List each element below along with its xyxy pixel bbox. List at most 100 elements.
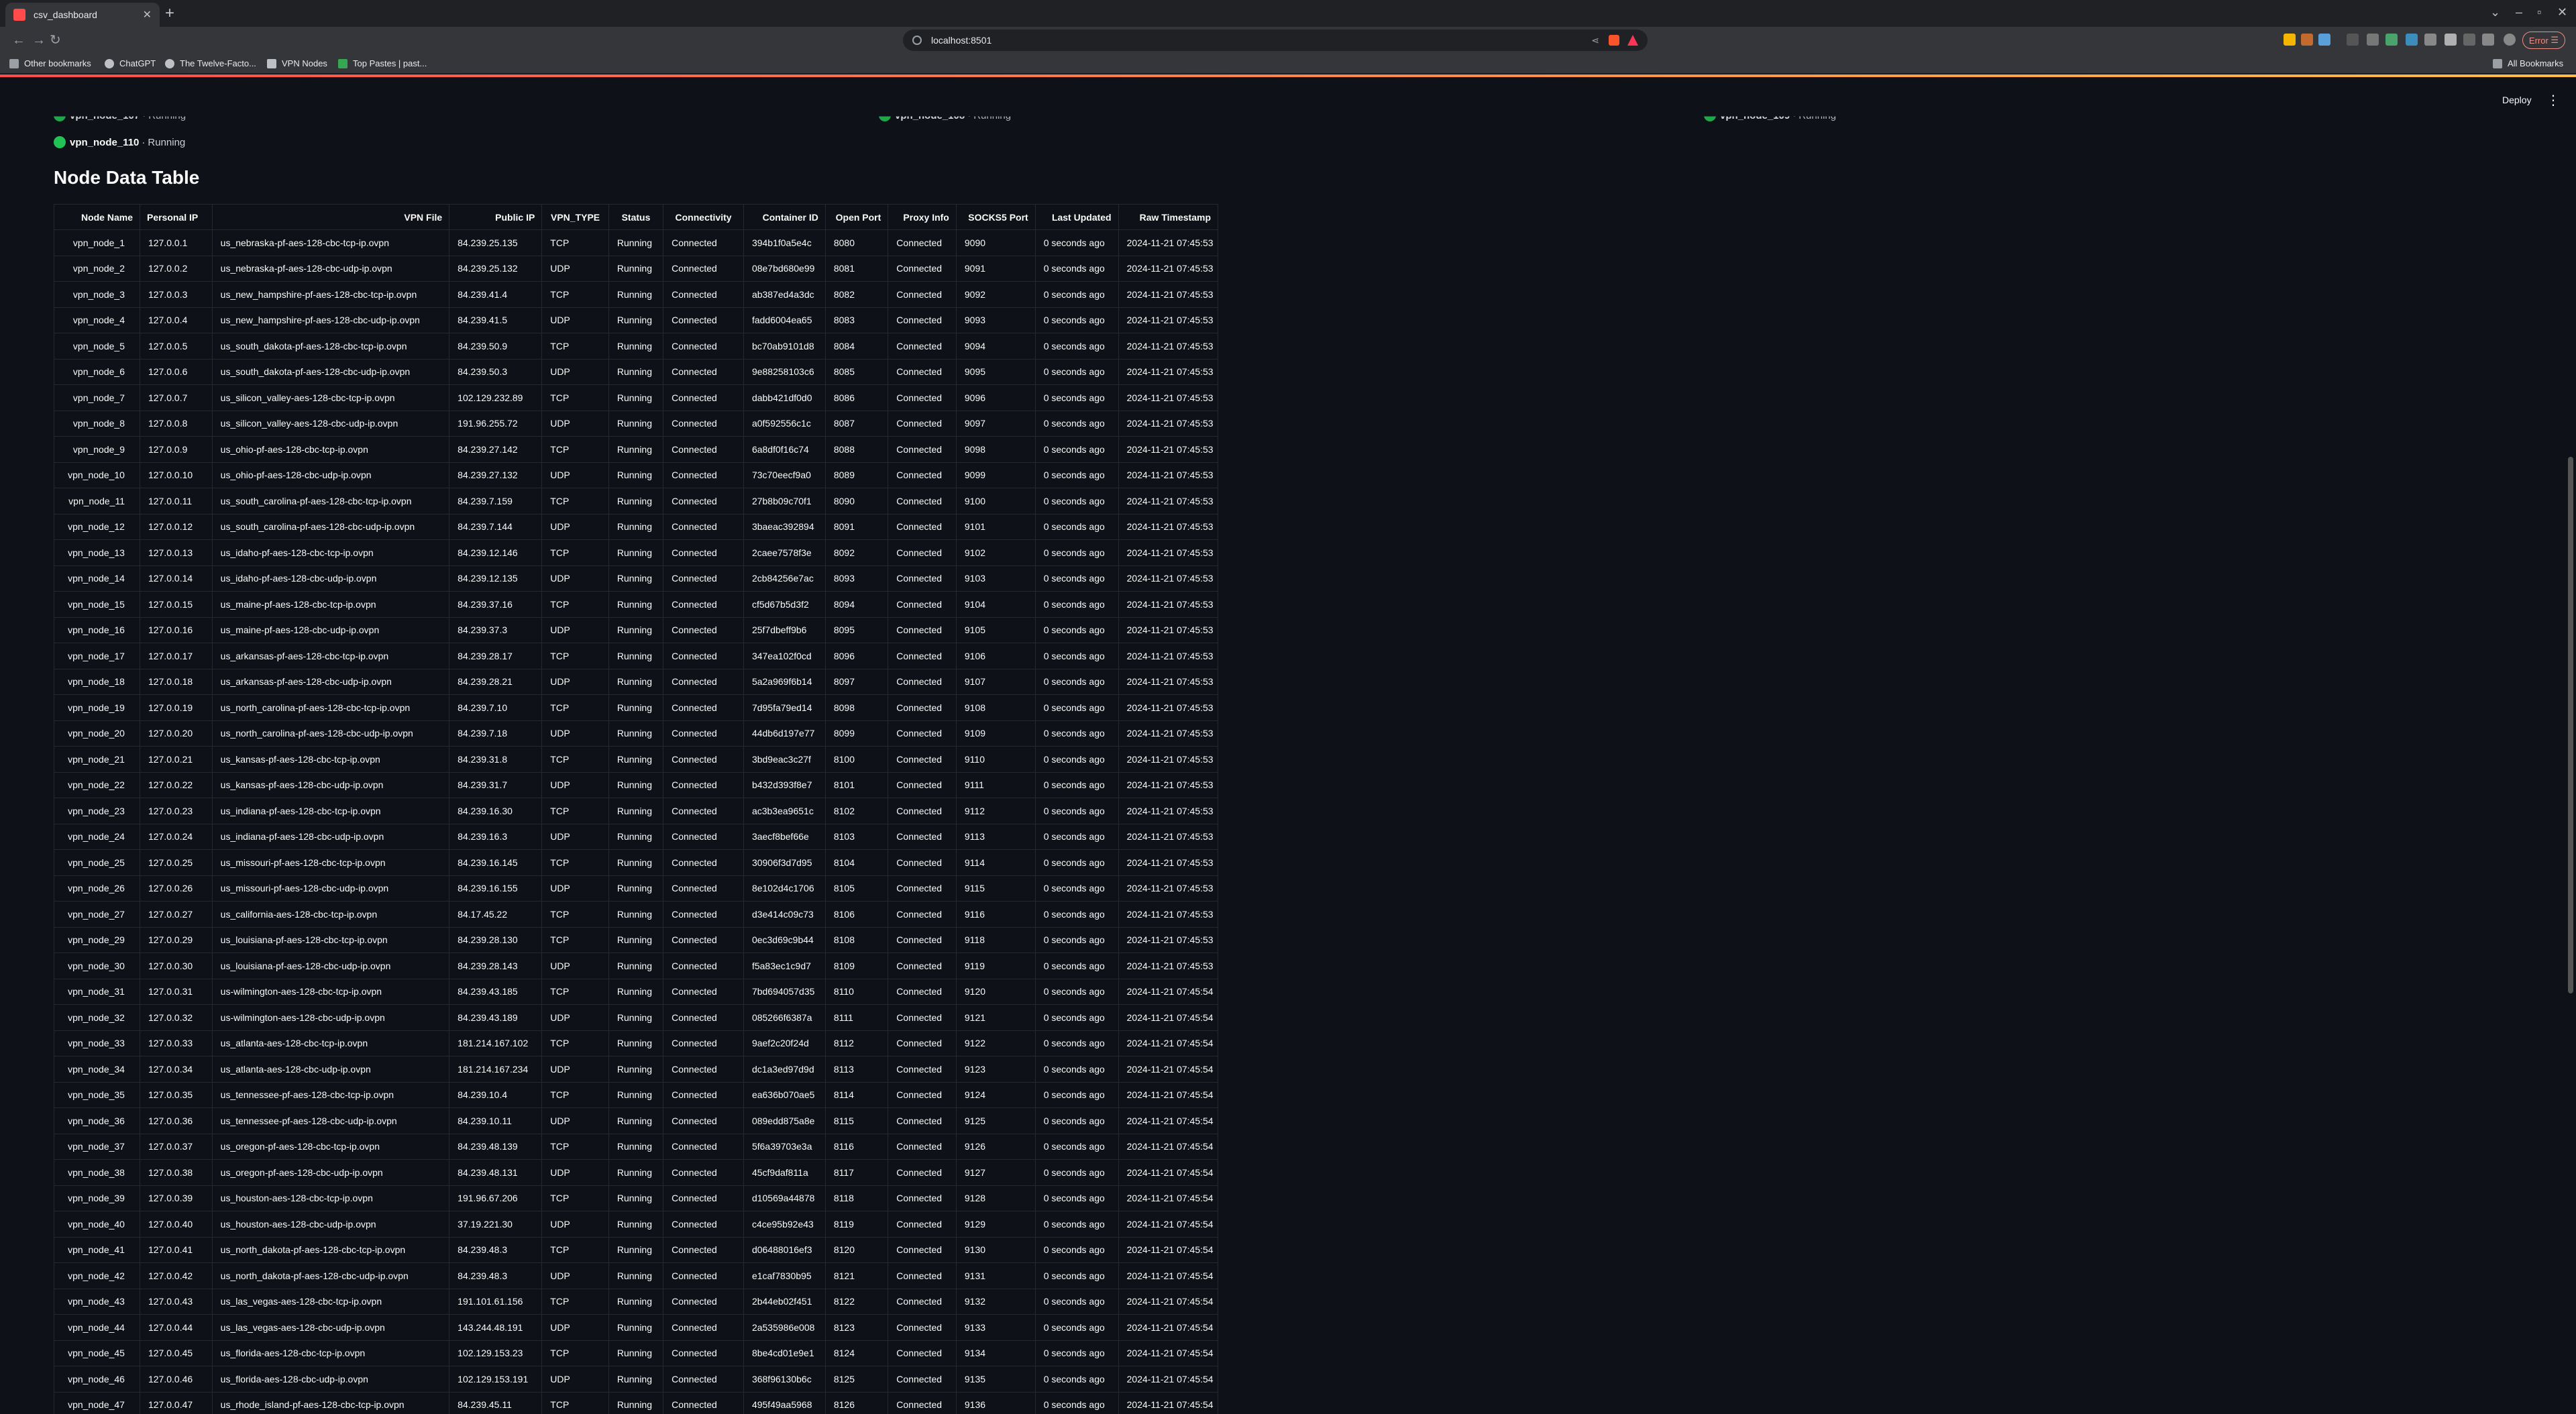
table-cell[interactable]: 2024-11-21 07:45:53: [1118, 824, 1219, 850]
table-cell[interactable]: vpn_node_47: [54, 1392, 140, 1414]
table-cell[interactable]: 9092: [956, 281, 1036, 308]
table-cell[interactable]: 0 seconds ago: [1035, 384, 1119, 411]
table-cell[interactable]: Connected: [663, 1366, 744, 1393]
table-cell[interactable]: 8090: [825, 488, 889, 514]
table-cell[interactable]: UDP: [541, 1004, 609, 1031]
table-cell[interactable]: 84.239.27.142: [449, 436, 543, 463]
extension-icon-3[interactable]: [2318, 34, 2330, 46]
table-cell[interactable]: 2024-11-21 07:45:54: [1118, 1004, 1219, 1031]
table-cell[interactable]: us_florida-aes-128-cbc-udp-ip.ovpn: [212, 1366, 450, 1393]
table-cell[interactable]: 2024-11-21 07:45:53: [1118, 643, 1219, 669]
table-cell[interactable]: 84.239.41.5: [449, 307, 543, 333]
table-cell[interactable]: 8087: [825, 411, 889, 437]
table-cell[interactable]: 6a8df0f16c74: [743, 436, 826, 463]
deploy-button[interactable]: Deploy: [2502, 95, 2532, 105]
table-row[interactable]: vpn_node_30 127.0.0.30 us_louisiana-pf-aes…: [54, 953, 1219, 979]
table-cell[interactable]: Connected: [888, 488, 957, 514]
table-cell[interactable]: 8100: [825, 746, 889, 773]
table-cell[interactable]: 9124: [956, 1082, 1036, 1108]
table-cell[interactable]: Connected: [663, 1314, 744, 1341]
table-cell[interactable]: Running: [608, 1289, 664, 1315]
table-cell[interactable]: 84.239.10.4: [449, 1082, 543, 1108]
url-text[interactable]: localhost:8501: [931, 35, 1582, 46]
extension-icon-7[interactable]: [2406, 34, 2418, 46]
table-cell[interactable]: 089edd875a8e: [743, 1107, 826, 1134]
table-cell[interactable]: 127.0.0.39: [140, 1185, 213, 1211]
table-cell[interactable]: 25f7dbeff9b6: [743, 617, 826, 643]
table-row[interactable]: vpn_node_33 127.0.0.33 us_atlanta-aes-128-…: [54, 1030, 1219, 1056]
table-cell[interactable]: 0 seconds ago: [1035, 488, 1119, 514]
table-cell[interactable]: 181.214.167.102: [449, 1030, 543, 1056]
table-cell[interactable]: 127.0.0.30: [140, 953, 213, 979]
table-cell[interactable]: 0 seconds ago: [1035, 256, 1119, 282]
table-cell[interactable]: d10569a44878: [743, 1185, 826, 1211]
table-cell[interactable]: 2cb84256e7ac: [743, 565, 826, 592]
close-window-icon[interactable]: ✕: [2557, 5, 2567, 19]
table-cell[interactable]: 8117: [825, 1159, 889, 1186]
table-cell[interactable]: Connected: [663, 1107, 744, 1134]
table-cell[interactable]: 27b8b09c70f1: [743, 488, 826, 514]
tab-search-chevron-icon[interactable]: ⌄: [2490, 5, 2500, 19]
table-cell[interactable]: 0 seconds ago: [1035, 1185, 1119, 1211]
table-cell[interactable]: 0 seconds ago: [1035, 1030, 1119, 1056]
table-row[interactable]: vpn_node_20 127.0.0.20 us_north_carolina-p…: [54, 720, 1219, 747]
table-cell[interactable]: Running: [608, 1262, 664, 1289]
table-cell[interactable]: vpn_node_35: [54, 1082, 140, 1108]
extension-icon-6[interactable]: [2385, 34, 2398, 46]
table-cell[interactable]: 0ec3d69c9b44: [743, 927, 826, 953]
table-cell[interactable]: Connected: [663, 798, 744, 824]
table-cell[interactable]: 2024-11-21 07:45:53: [1118, 307, 1219, 333]
table-cell[interactable]: TCP: [541, 384, 609, 411]
table-cell[interactable]: 127.0.0.25: [140, 849, 213, 876]
table-cell[interactable]: 9119: [956, 953, 1036, 979]
table-cell[interactable]: UDP: [541, 256, 609, 282]
table-cell[interactable]: fadd6004ea65: [743, 307, 826, 333]
table-cell[interactable]: 0 seconds ago: [1035, 281, 1119, 308]
table-cell[interactable]: TCP: [541, 643, 609, 669]
table-cell[interactable]: TCP: [541, 901, 609, 928]
table-cell[interactable]: Connected: [663, 462, 744, 488]
table-cell[interactable]: TCP: [541, 694, 609, 721]
new-tab-icon[interactable]: +: [165, 5, 174, 21]
table-cell[interactable]: us-wilmington-aes-128-cbc-tcp-ip.ovpn: [212, 979, 450, 1005]
table-cell[interactable]: 127.0.0.31: [140, 979, 213, 1005]
table-cell[interactable]: ea636b070ae5: [743, 1082, 826, 1108]
table-cell[interactable]: 495f49aa5968: [743, 1392, 826, 1414]
table-cell[interactable]: 127.0.0.44: [140, 1314, 213, 1341]
table-cell[interactable]: vpn_node_39: [54, 1185, 140, 1211]
table-cell[interactable]: us_atlanta-aes-128-cbc-udp-ip.ovpn: [212, 1056, 450, 1083]
table-cell[interactable]: vpn_node_25: [54, 849, 140, 876]
table-cell[interactable]: 9129: [956, 1211, 1036, 1238]
column-header[interactable]: Public IP: [449, 204, 543, 230]
table-cell[interactable]: 8084: [825, 333, 889, 360]
table-cell[interactable]: vpn_node_45: [54, 1340, 140, 1366]
brave-shields-icon[interactable]: [1609, 35, 1619, 46]
table-cell[interactable]: vpn_node_27: [54, 901, 140, 928]
table-cell[interactable]: Connected: [888, 256, 957, 282]
table-cell[interactable]: TCP: [541, 927, 609, 953]
table-cell[interactable]: 2024-11-21 07:45:53: [1118, 333, 1219, 360]
table-row[interactable]: vpn_node_19 127.0.0.19 us_north_carolina-p…: [54, 694, 1219, 721]
bookmark-chatgpt[interactable]: ChatGPT: [105, 58, 156, 68]
table-cell[interactable]: us_houston-aes-128-cbc-tcp-ip.ovpn: [212, 1185, 450, 1211]
table-cell[interactable]: 0 seconds ago: [1035, 901, 1119, 928]
table-row[interactable]: vpn_node_11 127.0.0.11 us_south_carolina-p…: [54, 488, 1219, 514]
table-cell[interactable]: vpn_node_9: [54, 436, 140, 463]
table-cell[interactable]: us_south_carolina-pf-aes-128-cbc-udp-ip.…: [212, 514, 450, 540]
table-cell[interactable]: 127.0.0.15: [140, 591, 213, 618]
table-cell[interactable]: 2024-11-21 07:45:53: [1118, 411, 1219, 437]
table-cell[interactable]: 0 seconds ago: [1035, 1237, 1119, 1263]
table-cell[interactable]: vpn_node_8: [54, 411, 140, 437]
table-cell[interactable]: 127.0.0.26: [140, 875, 213, 902]
table-row[interactable]: vpn_node_12 127.0.0.12 us_south_carolina-p…: [54, 514, 1219, 540]
table-cell[interactable]: Connected: [888, 901, 957, 928]
table-cell[interactable]: 8119: [825, 1211, 889, 1238]
table-cell[interactable]: Connected: [663, 669, 744, 695]
table-row[interactable]: vpn_node_32 127.0.0.32 us-wilmington-aes-1…: [54, 1004, 1219, 1031]
table-cell[interactable]: Connected: [663, 1289, 744, 1315]
table-cell[interactable]: 2024-11-21 07:45:54: [1118, 1134, 1219, 1160]
table-cell[interactable]: TCP: [541, 849, 609, 876]
table-cell[interactable]: f5a83ec1c9d7: [743, 953, 826, 979]
table-cell[interactable]: us_south_dakota-pf-aes-128-cbc-tcp-ip.ov…: [212, 333, 450, 360]
table-cell[interactable]: vpn_node_37: [54, 1134, 140, 1160]
